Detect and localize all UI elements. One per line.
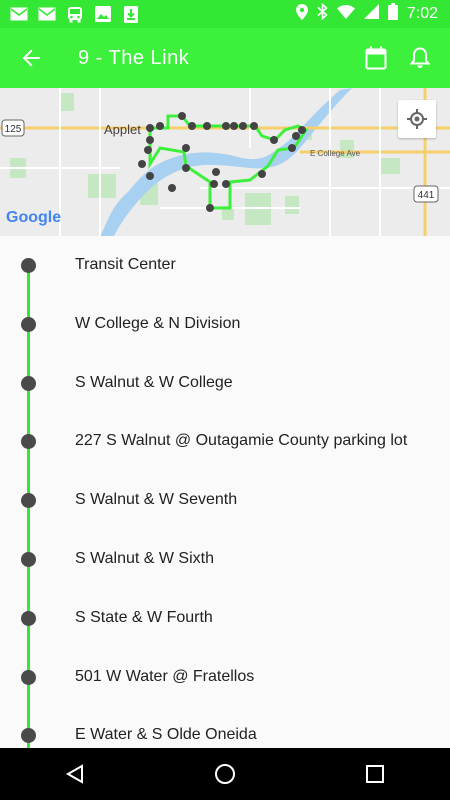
page-title: 9 - The Link <box>78 46 190 69</box>
list-item[interactable]: S Walnut & W College <box>0 354 450 412</box>
stop-dot <box>21 610 36 626</box>
google-logo: Google <box>6 209 61 226</box>
calendar-icon <box>365 46 387 70</box>
back-button[interactable] <box>4 28 60 88</box>
status-time: 7:02 <box>406 5 438 22</box>
list-item[interactable]: 501 W Water @ Fratellos <box>0 648 450 706</box>
stop-name: 227 S Walnut @ Outagamie County parking … <box>75 432 408 449</box>
my-location-icon <box>407 109 427 129</box>
stop-name: S State & W Fourth <box>75 609 213 626</box>
back-triangle-icon <box>65 764 83 784</box>
stop-dot <box>21 492 36 508</box>
list-item[interactable]: S Walnut & W Sixth <box>0 530 450 588</box>
list-item[interactable]: E Water & S Olde Oneida <box>0 706 450 748</box>
list-item[interactable]: Transit Center <box>0 236 450 294</box>
road-label: E College Ave <box>310 149 361 158</box>
stop-dot <box>21 257 36 273</box>
list-item[interactable]: W College & N Division <box>0 295 450 353</box>
stop-name: S Walnut & W Sixth <box>75 550 214 567</box>
stop-name: E Water & S Olde Oneida <box>75 726 257 743</box>
bluetooth-icon <box>317 2 328 25</box>
gmail-icon <box>38 6 56 22</box>
location-icon <box>295 3 308 25</box>
stop-name: S Walnut & W Seventh <box>75 491 238 508</box>
bell-icon <box>410 47 430 68</box>
download-icon <box>122 5 140 23</box>
gmail-icon <box>10 6 28 22</box>
stop-dot <box>21 551 36 567</box>
list-item[interactable]: S Walnut & W Seventh <box>0 471 450 529</box>
nav-back-button[interactable] <box>45 748 105 800</box>
locate-button[interactable] <box>398 100 436 138</box>
home-circle-icon <box>215 764 235 784</box>
stop-dot <box>21 727 36 743</box>
stop-name: S Walnut & W College <box>75 374 233 391</box>
stop-name: Transit Center <box>75 256 176 273</box>
nav-home-button[interactable] <box>195 748 255 800</box>
stop-dot <box>21 433 36 449</box>
shield-125: 125 <box>1 119 25 137</box>
stop-name: W College & N Division <box>75 315 241 332</box>
stop-dot <box>21 375 36 391</box>
status-bar: 7:02 <box>0 0 450 28</box>
list-item[interactable]: 227 S Walnut @ Outagamie County parking … <box>0 412 450 470</box>
route-map[interactable]: 125 441 Applet E College Ave Google <box>0 88 450 236</box>
wifi-icon <box>336 4 355 24</box>
stop-dot <box>21 316 36 332</box>
city-label: Applet <box>104 122 141 137</box>
stop-list[interactable]: Transit Center W College & N Division S … <box>0 236 450 748</box>
svg-text:125: 125 <box>5 124 22 135</box>
signal-icon <box>363 4 379 24</box>
list-item[interactable]: S State & W Fourth <box>0 589 450 647</box>
nav-recents-button[interactable] <box>345 748 405 800</box>
stop-dot <box>21 669 36 685</box>
svg-text:441: 441 <box>418 190 435 201</box>
bus-icon <box>66 6 84 22</box>
notifications-button[interactable] <box>398 28 442 88</box>
app-bar: 9 - The Link <box>0 28 450 88</box>
battery-icon <box>387 3 398 25</box>
image-icon <box>94 6 112 22</box>
stop-name: 501 W Water @ Fratellos <box>75 668 255 685</box>
system-nav-bar <box>0 748 450 800</box>
arrow-back-icon <box>22 49 40 67</box>
recents-square-icon <box>366 765 384 783</box>
shield-441: 441 <box>413 185 439 203</box>
schedule-button[interactable] <box>354 28 398 88</box>
